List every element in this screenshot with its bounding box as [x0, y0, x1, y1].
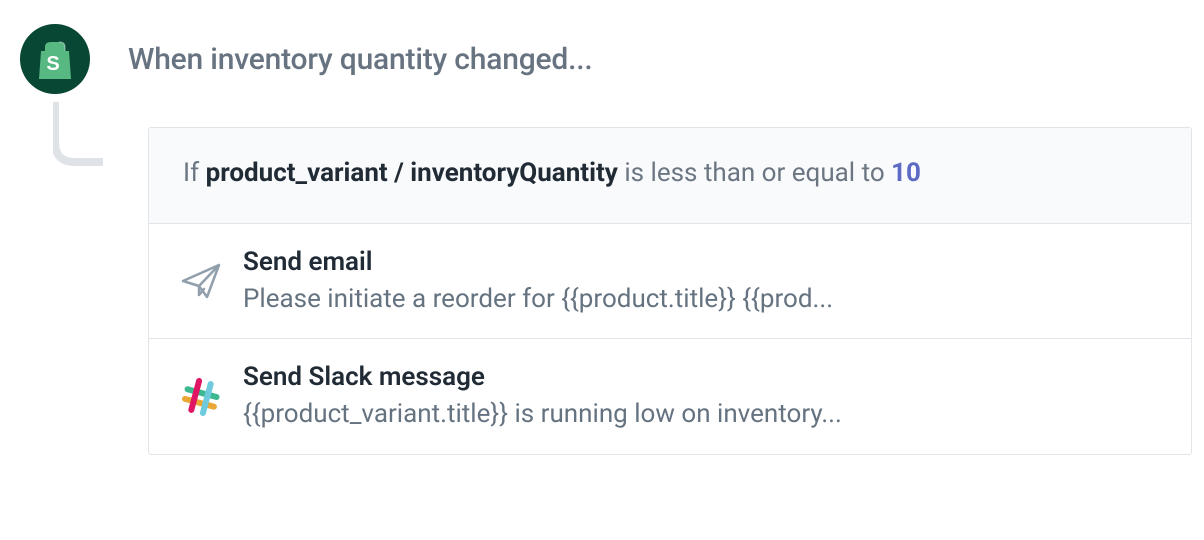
condition-separator: /: [394, 158, 404, 188]
action-body: Send Slack message {{product_variant.tit…: [243, 361, 1163, 431]
action-title: Send Slack message: [243, 361, 1163, 394]
action-body: Send email Please initiate a reorder for…: [243, 246, 1163, 316]
svg-text:S: S: [46, 53, 59, 75]
paper-plane-icon: [177, 257, 225, 305]
condition-variable-part-1: inventoryQuantity: [410, 158, 618, 188]
slack-icon: [177, 373, 225, 421]
condition-operator: is less than or equal to: [624, 158, 884, 188]
condition-if-label: If: [183, 158, 199, 188]
connector-line: [53, 102, 103, 172]
actions-list: Send email Please initiate a reorder for…: [149, 224, 1191, 454]
condition-row[interactable]: If product_variant / inventoryQuantity i…: [149, 128, 1191, 224]
trigger-title: When inventory quantity changed...: [128, 42, 593, 77]
trigger-row[interactable]: S When inventory quantity changed...: [20, 24, 1188, 94]
condition-value: 10: [891, 158, 921, 188]
action-description: {{product_variant.title}} is running low…: [243, 398, 1163, 432]
workflow-container: S When inventory quantity changed... If …: [0, 0, 1204, 455]
shopify-bag-icon: S: [20, 24, 90, 94]
action-send-email[interactable]: Send email Please initiate a reorder for…: [149, 224, 1191, 339]
action-title: Send email: [243, 246, 1163, 279]
action-send-slack[interactable]: Send Slack message {{product_variant.tit…: [149, 339, 1191, 453]
action-description: Please initiate a reorder for {{product.…: [243, 283, 1163, 317]
workflow-card: If product_variant / inventoryQuantity i…: [148, 127, 1192, 455]
condition-variable-part-0: product_variant: [206, 158, 388, 188]
